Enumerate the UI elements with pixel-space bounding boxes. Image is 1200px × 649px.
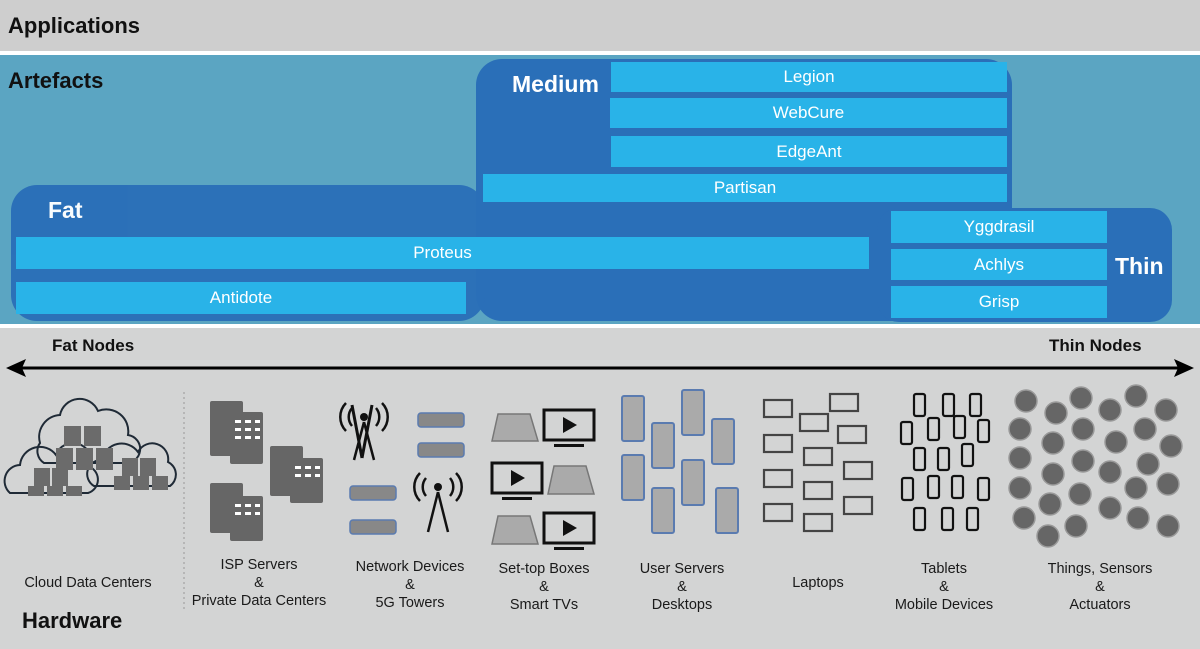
artefact-partisan: Partisan — [483, 174, 1007, 202]
fat-thin-axis-arrow — [6, 359, 1194, 377]
caption-cloud-data-centers: Cloud Data Centers — [24, 575, 152, 591]
applications-layer: Applications — [0, 0, 1200, 51]
hardware-label: Hardware — [22, 608, 123, 633]
artefact-edgeant: EdgeAnt — [611, 136, 1007, 167]
desktop-tower-icon — [621, 389, 739, 534]
artefact-grisp: Grisp — [891, 286, 1107, 318]
artefact-legion: Legion — [611, 62, 1007, 92]
hardware-layer: Fat Nodes Thin Nodes Cloud Data Centers … — [0, 328, 1200, 649]
tower-icon — [339, 402, 465, 535]
caption-isp-servers: ISP Servers & Private Data Centers — [191, 557, 327, 609]
cloud-datacenter-icon — [3, 397, 177, 496]
artefacts-label: Artefacts — [8, 68, 104, 93]
thin-label: Thin — [1115, 253, 1164, 279]
caption-set-top-boxes: Set-top Boxes & Smart TVs — [498, 561, 590, 613]
artefact-yggdrasil: Yggdrasil — [891, 211, 1107, 243]
medium-label: Medium — [512, 71, 599, 97]
artefact-achlys: Achlys — [891, 249, 1107, 280]
applications-label: Applications — [8, 13, 141, 38]
laptop-icon — [762, 392, 874, 533]
phone-icon — [899, 392, 991, 532]
caption-tablets: Tablets & Mobile Devices — [894, 561, 994, 613]
caption-user-servers: User Servers & Desktops — [639, 561, 725, 613]
fat-label: Fat — [48, 197, 83, 223]
server-building-icon — [210, 401, 323, 541]
artefact-proteus: Proteus — [16, 237, 869, 269]
artefacts-layer: Artefacts Medium Fat Thin Legion WebCure… — [0, 55, 1200, 324]
caption-laptops: Laptops — [792, 575, 844, 591]
artefact-antidote: Antidote — [16, 282, 466, 314]
iot-chip-icon — [1008, 384, 1183, 548]
caption-things-sensors: Things, Sensors & Actuators — [1047, 561, 1153, 613]
artefact-webcure: WebCure — [610, 98, 1007, 128]
tv-icon — [490, 408, 596, 550]
caption-network-devices: Network Devices & 5G Towers — [355, 559, 465, 611]
